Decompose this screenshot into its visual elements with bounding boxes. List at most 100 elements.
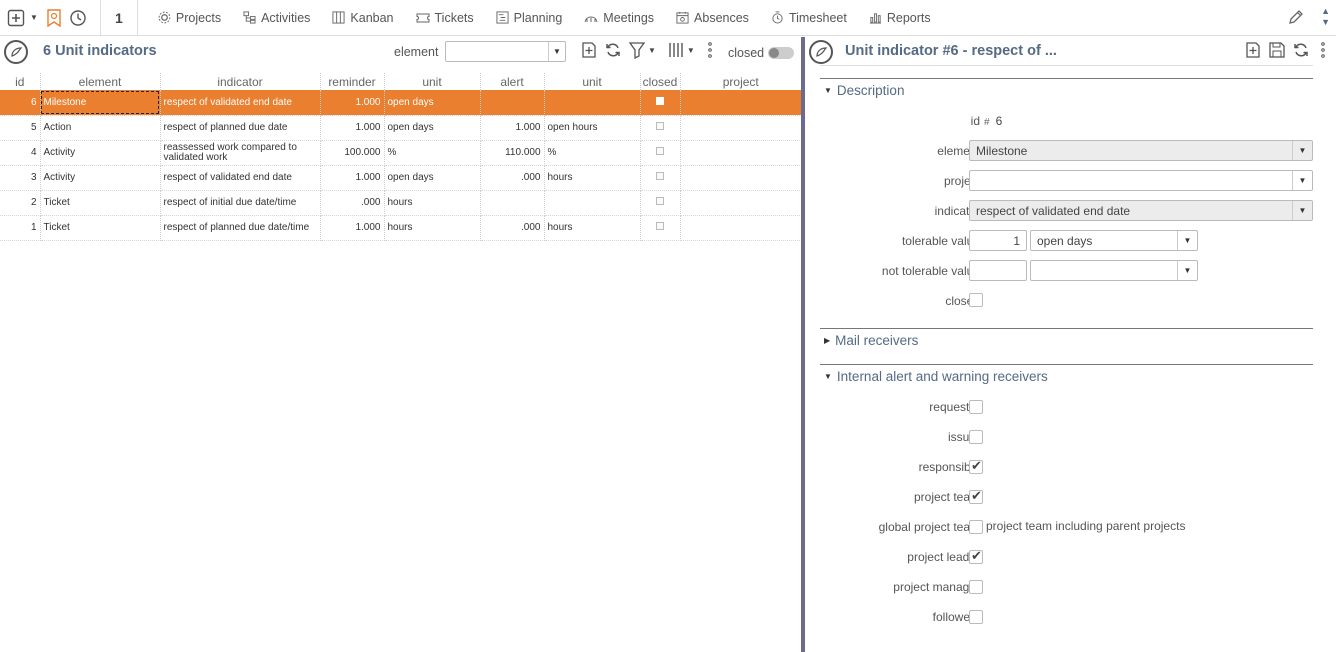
table-row[interactable]: 1 Ticket respect of planned due date/tim… <box>0 215 802 241</box>
column-header-reminder[interactable]: reminder <box>320 73 385 90</box>
table-row[interactable]: 5 Action respect of planned due date 1.0… <box>0 115 802 141</box>
refresh-icon[interactable] <box>1292 41 1310 59</box>
pencil-icon[interactable] <box>1287 8 1305 26</box>
chevron-down-icon[interactable]: ▼ <box>1292 141 1312 160</box>
chevron-down-icon[interactable]: ▼ <box>548 42 565 61</box>
filter-icon[interactable] <box>628 41 646 59</box>
column-header-alert-unit[interactable]: unit <box>544 73 641 90</box>
closed-checkbox[interactable] <box>969 293 983 307</box>
column-header-id[interactable]: id <box>0 73 41 90</box>
cell-alert: 1.000 <box>480 115 545 141</box>
chevron-down-icon[interactable]: ▼ <box>1292 171 1312 190</box>
project-team-checkbox[interactable] <box>969 488 983 504</box>
table-row[interactable]: 3 Activity respect of validated end date… <box>0 165 802 191</box>
section-title: Description <box>836 83 905 98</box>
menu-label: Activities <box>261 10 311 25</box>
top-toolbar: ▼ 1 Projects Activities Kanban Tickets P… <box>0 0 1336 36</box>
field-element: element Milestone ▼ <box>820 140 1320 162</box>
chevron-down-icon[interactable]: ▼ <box>648 46 656 55</box>
menu-tickets[interactable]: Tickets <box>416 11 474 25</box>
field-label: id <box>970 114 980 128</box>
cell-project <box>680 215 802 241</box>
cell-closed <box>640 115 681 141</box>
followers-checkbox[interactable] <box>969 610 983 624</box>
new-item-icon[interactable] <box>6 8 26 28</box>
add-item-icon[interactable] <box>580 41 598 59</box>
column-header-closed[interactable]: closed <box>640 73 681 90</box>
cell-alert-unit <box>544 90 641 116</box>
column-header-alert[interactable]: alert <box>480 73 545 90</box>
menu-timesheet[interactable]: Timesheet <box>771 11 847 25</box>
column-header-indicator[interactable]: indicator <box>160 73 321 90</box>
header-divider <box>820 65 1313 66</box>
cell-reminder: 1.000 <box>320 90 385 116</box>
element-filter-select[interactable]: ▼ <box>445 41 566 62</box>
chevron-down-icon[interactable]: ▼ <box>30 13 38 22</box>
not-tolerable-value-input[interactable] <box>969 260 1027 281</box>
closed-checkbox <box>656 172 664 180</box>
menu-kanban[interactable]: Kanban <box>332 11 394 25</box>
more-options-icon[interactable] <box>707 41 713 59</box>
expand-triangle-icon[interactable]: ▶ <box>824 336 830 345</box>
column-header-project[interactable]: project <box>680 73 801 90</box>
chevron-down-icon[interactable]: ▼ <box>1177 261 1197 280</box>
field-closed: closed <box>820 290 1320 312</box>
project-manager-checkbox[interactable] <box>969 580 983 594</box>
issuer-checkbox[interactable] <box>969 430 983 444</box>
add-item-icon[interactable] <box>1244 41 1262 59</box>
cell-unit: hours <box>384 215 481 241</box>
menu-absences[interactable]: Absences <box>676 11 749 25</box>
indicator-select[interactable]: respect of validated end date ▼ <box>969 200 1313 221</box>
counter-badge: 1 <box>115 9 123 26</box>
responsible-checkbox[interactable] <box>969 458 983 474</box>
section-title: Mail receivers <box>835 333 919 348</box>
bookmark-icon[interactable] <box>44 8 64 28</box>
columns-icon[interactable] <box>668 41 684 59</box>
column-header-unit[interactable]: unit <box>384 73 481 90</box>
menu-planning[interactable]: Planning <box>496 11 562 25</box>
cell-closed <box>640 140 681 166</box>
menu-meetings[interactable]: Meetings <box>584 11 654 25</box>
column-header-element[interactable]: element <box>40 73 161 90</box>
receiver-issuer: issuer <box>820 426 1320 448</box>
requestor-checkbox[interactable] <box>969 400 983 414</box>
collapse-triangle-icon[interactable]: ▼ <box>824 86 832 95</box>
cell-alert <box>480 190 545 216</box>
cell-id: 6 <box>0 90 41 116</box>
chevron-down-icon[interactable]: ▼ <box>1177 231 1197 250</box>
chevron-down-icon[interactable]: ▼ <box>1292 201 1312 220</box>
cell-closed <box>640 190 681 216</box>
cell-project <box>680 140 802 166</box>
menu-label: Meetings <box>603 10 655 25</box>
section-description[interactable]: ▼ Description <box>820 78 1313 98</box>
collapse-triangle-icon[interactable]: ▼ <box>824 372 832 381</box>
closed-checkbox <box>656 122 664 130</box>
tolerable-unit-select[interactable]: open days ▼ <box>1030 230 1198 251</box>
sort-arrows-icon[interactable]: ▲ ▼ <box>1321 6 1330 28</box>
menu-reports[interactable]: Reports <box>869 11 931 25</box>
table-row[interactable]: 4 Activity reassessed work compared to v… <box>0 140 802 166</box>
cell-unit: open days <box>384 115 481 141</box>
not-tolerable-unit-select[interactable]: ▼ <box>1030 260 1198 281</box>
project-leader-checkbox[interactable] <box>969 548 983 564</box>
menu-activities[interactable]: Activities <box>243 11 310 25</box>
history-icon[interactable] <box>68 8 88 28</box>
table-row[interactable]: 6 Milestone respect of validated end dat… <box>0 90 802 116</box>
tolerable-value-input[interactable]: 1 <box>969 230 1027 251</box>
global-project-team-checkbox[interactable] <box>969 520 983 534</box>
section-internal-alert[interactable]: ▼ Internal alert and warning receivers <box>820 364 1313 384</box>
table-row[interactable]: 2 Ticket respect of initial due date/tim… <box>0 190 802 216</box>
closed-toggle[interactable] <box>768 47 794 59</box>
refresh-icon[interactable] <box>604 41 622 59</box>
more-options-icon[interactable] <box>1320 41 1326 59</box>
project-select[interactable]: ▼ <box>969 170 1313 191</box>
section-mail-receivers[interactable]: ▶ Mail receivers <box>820 328 1313 348</box>
receiver-project-manager: project manager <box>820 576 1320 598</box>
menu-projects[interactable]: Projects <box>158 11 221 25</box>
chevron-down-icon[interactable]: ▼ <box>687 46 695 55</box>
save-icon[interactable] <box>1268 41 1286 59</box>
cell-element: Action <box>40 115 161 141</box>
cell-alert: .000 <box>480 165 545 191</box>
closed-checkbox <box>656 222 664 230</box>
element-select[interactable]: Milestone ▼ <box>969 140 1313 161</box>
